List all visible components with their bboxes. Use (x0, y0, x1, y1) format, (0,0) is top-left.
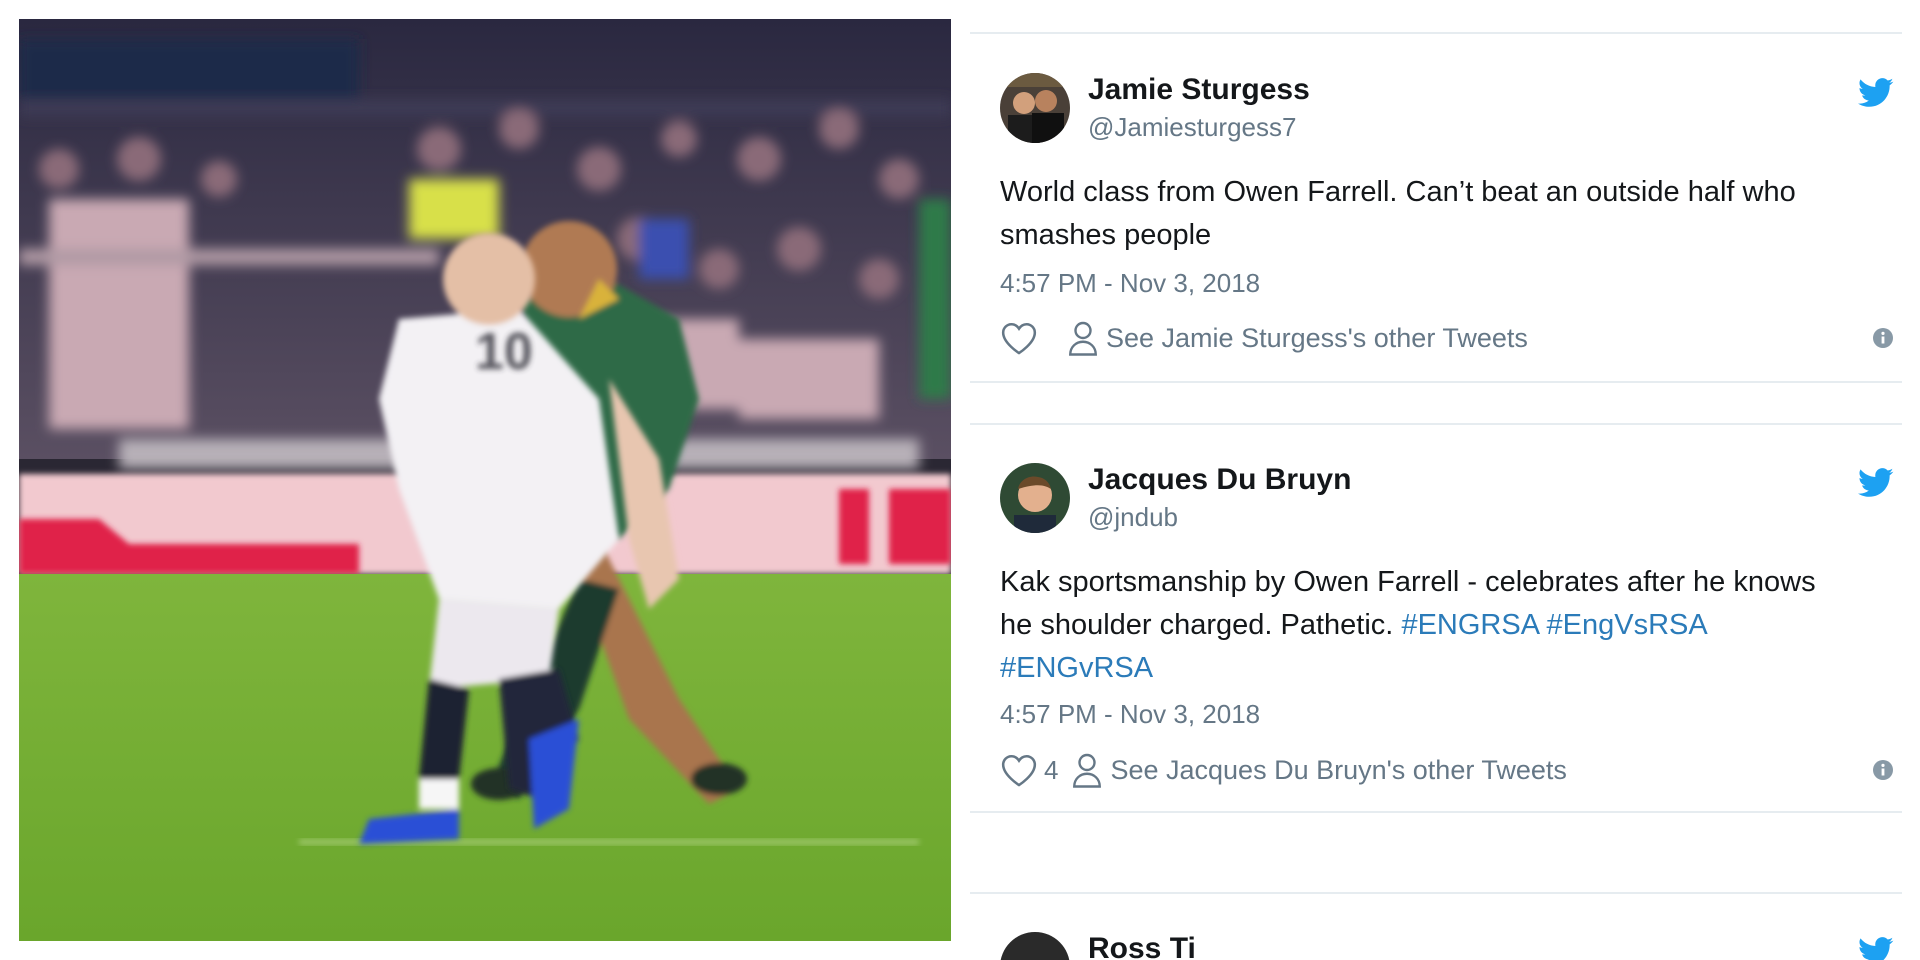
tweet-text: World class from Owen Farrell. Can’t bea… (1000, 171, 1890, 257)
author-name[interactable]: Jacques Du Bruyn (1088, 463, 1351, 497)
author-handle[interactable]: @jndub (1088, 502, 1178, 532)
heart-icon[interactable] (1000, 320, 1038, 356)
tweet-actions: 4 See Jacques Du Bruyn's other Tweets (1000, 750, 1567, 790)
tweet-text-line: he shoulder charged. Pathetic. #ENGRSA #… (1000, 604, 1890, 647)
twitter-bird-icon[interactable] (1858, 468, 1894, 498)
tweet-text-line: Kak sportsmanship by Owen Farrell - cele… (1000, 566, 1816, 598)
info-icon[interactable] (1872, 759, 1894, 781)
twitter-bird-icon[interactable] (1858, 78, 1894, 108)
avatar[interactable] (1000, 463, 1070, 533)
tweet-text-fragment: he shoulder charged. Pathetic. (1000, 609, 1394, 641)
avatar[interactable] (1000, 73, 1070, 143)
author-handle[interactable]: @Jamiesturgess7 (1088, 112, 1296, 142)
tweet-text: Kak sportsmanship by Owen Farrell - cele… (1000, 561, 1890, 690)
twitter-bird-icon[interactable] (1858, 937, 1894, 960)
tweet-feed: Jamie Sturgess @Jamiesturgess7 World cla… (970, 0, 1902, 960)
info-icon[interactable] (1872, 327, 1894, 349)
author-name[interactable]: Ross Ti (1088, 932, 1196, 960)
person-icon[interactable] (1068, 320, 1098, 356)
card-bottom-border (970, 381, 1902, 383)
card-bottom-border (970, 811, 1902, 813)
see-other-tweets-link[interactable]: See Jamie Sturgess's other Tweets (1106, 323, 1528, 354)
heart-icon[interactable] (1000, 752, 1038, 788)
tweet-timestamp[interactable]: 4:57 PM - Nov 3, 2018 (1000, 699, 1260, 729)
hashtag-link[interactable]: #ENGvRSA (1000, 652, 1153, 684)
tweet-timestamp[interactable]: 4:57 PM - Nov 3, 2018 (1000, 268, 1260, 298)
see-other-tweets-link[interactable]: See Jacques Du Bruyn's other Tweets (1110, 755, 1566, 786)
author-name[interactable]: Jamie Sturgess (1088, 73, 1310, 107)
tweet-text-line: smashes people (1000, 219, 1212, 251)
video-still: 10 (19, 19, 951, 941)
card-top-border (970, 423, 1902, 425)
person-icon[interactable] (1072, 752, 1102, 788)
avatar-image (1000, 73, 1070, 143)
avatar-image (1000, 463, 1070, 533)
card-top-border (970, 892, 1902, 894)
jersey-number: 10 (475, 323, 533, 381)
like-count: 4 (1044, 754, 1059, 785)
tweet-text-line: #ENGvRSA (1000, 647, 1890, 690)
card-top-border (970, 32, 1902, 34)
avatar[interactable] (1000, 932, 1070, 960)
hashtag-link[interactable]: #EngVsRSA (1547, 609, 1708, 641)
tweet-text-line: World class from Owen Farrell. Can’t bea… (1000, 176, 1796, 208)
hashtag-link[interactable]: #ENGRSA (1401, 609, 1538, 641)
tweet-actions: See Jamie Sturgess's other Tweets (1000, 318, 1528, 358)
rugby-tackle-image: 10 (19, 19, 951, 941)
